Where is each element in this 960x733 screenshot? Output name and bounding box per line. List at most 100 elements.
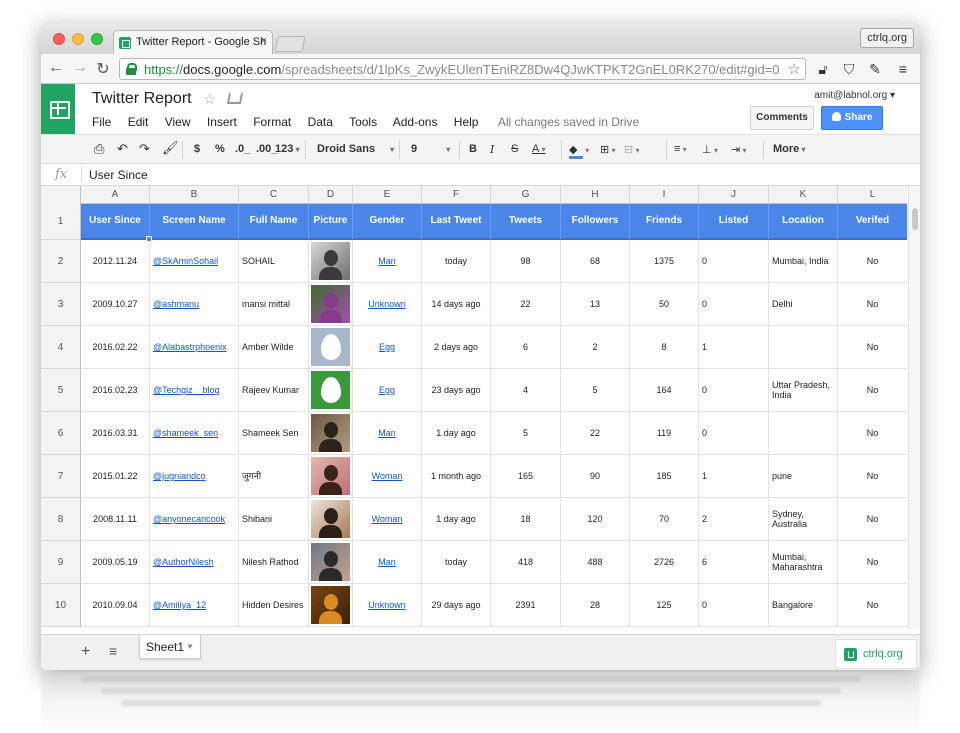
- extension-lock-icon[interactable]: 🔓︎: [815, 61, 831, 77]
- cell-last-tweet[interactable]: 1 day ago: [422, 498, 491, 541]
- text-color-icon[interactable]: A: [532, 143, 546, 155]
- sheet-menu-caret-icon[interactable]: ▼: [186, 642, 194, 651]
- cell-last-tweet[interactable]: 1 month ago: [422, 455, 491, 498]
- forward-icon[interactable]: →: [71, 59, 89, 77]
- cell-friends[interactable]: 119: [630, 412, 699, 455]
- cell-friends[interactable]: 50: [630, 283, 699, 326]
- cell-location[interactable]: Delhi: [769, 283, 838, 326]
- cell-tweets[interactable]: 165: [491, 455, 561, 498]
- undo-icon[interactable]: ↶: [117, 141, 128, 157]
- header-cell[interactable]: Last Tweet: [422, 204, 491, 240]
- cell-last-tweet[interactable]: today: [422, 240, 491, 283]
- cell-tweets[interactable]: 6: [491, 326, 561, 369]
- star-document-icon[interactable]: ☆: [203, 90, 216, 108]
- cell-last-tweet[interactable]: 1 day ago: [422, 412, 491, 455]
- row-number[interactable]: 2: [41, 240, 81, 283]
- column-header[interactable]: D: [309, 186, 353, 204]
- row-number[interactable]: 8: [41, 498, 81, 541]
- cell-screen-name[interactable]: @Amiliya_12: [150, 584, 239, 627]
- cell-picture[interactable]: [309, 240, 353, 283]
- column-header[interactable]: B: [150, 186, 239, 204]
- cell-picture[interactable]: [309, 283, 353, 326]
- cell-location[interactable]: Uttar Pradesh, India: [769, 369, 838, 412]
- cell-screen-name-text[interactable]: @AuthorNilesh: [153, 557, 214, 567]
- cell-picture[interactable]: [309, 584, 353, 627]
- reload-icon[interactable]: ↻: [94, 59, 112, 79]
- merge-cells-icon[interactable]: ⊟: [624, 143, 639, 156]
- cell-gender[interactable]: Man: [353, 240, 422, 283]
- all-sheets-button[interactable]: ≡: [109, 643, 117, 659]
- menu-insert[interactable]: Insert: [207, 115, 237, 129]
- tab-close-icon[interactable]: ×: [261, 35, 267, 47]
- cell-gender[interactable]: Unknown: [353, 584, 422, 627]
- cell-screen-name[interactable]: @Techgiz__blog: [150, 369, 239, 412]
- cell-user-since[interactable]: 2010.09.04: [81, 584, 150, 627]
- browser-tab[interactable]: Twitter Report - Google Sh ×: [113, 30, 273, 54]
- comments-button[interactable]: Comments: [750, 106, 814, 130]
- cell-followers[interactable]: 13: [561, 283, 630, 326]
- row-number[interactable]: 7: [41, 455, 81, 498]
- column-header[interactable]: H: [561, 186, 630, 204]
- maximize-window-button[interactable]: [91, 33, 103, 45]
- cell-screen-name-text[interactable]: @Amiliya_12: [153, 600, 206, 610]
- cell-tweets[interactable]: 2391: [491, 584, 561, 627]
- cell-screen-name[interactable]: @SkAminSohail: [150, 240, 239, 283]
- extension-icon[interactable]: ✎: [867, 61, 883, 77]
- address-bar[interactable]: https://docs.google.com/spreadsheets/d/1…: [119, 58, 806, 80]
- column-header[interactable]: C: [239, 186, 309, 204]
- column-header[interactable]: J: [699, 186, 769, 204]
- cell-verified[interactable]: No: [838, 240, 907, 283]
- cell-user-since[interactable]: 2016.03.31: [81, 412, 150, 455]
- add-sheet-button[interactable]: +: [81, 643, 90, 661]
- cell-location[interactable]: Bangalore: [769, 584, 838, 627]
- cell-tweets[interactable]: 18: [491, 498, 561, 541]
- cell-screen-name[interactable]: @ashmanu: [150, 283, 239, 326]
- header-cell[interactable]: Full Name: [239, 204, 309, 240]
- menu-help[interactable]: Help: [454, 115, 479, 129]
- cell-picture[interactable]: [309, 541, 353, 584]
- currency-format-button[interactable]: $: [194, 143, 200, 155]
- cell-friends[interactable]: 125: [630, 584, 699, 627]
- pocket-icon[interactable]: ⛉: [841, 61, 857, 77]
- cell-picture[interactable]: [309, 498, 353, 541]
- cell-full-name[interactable]: Rajeev Kumar: [239, 369, 309, 412]
- column-header[interactable]: F: [422, 186, 491, 204]
- decrease-decimal-button[interactable]: .0_: [235, 143, 250, 155]
- cell-friends[interactable]: 1375: [630, 240, 699, 283]
- cell-full-name[interactable]: mansi mittal: [239, 283, 309, 326]
- back-icon[interactable]: ←: [47, 59, 65, 77]
- header-cell[interactable]: User Since: [81, 204, 150, 240]
- ctrlq-brand-badge[interactable]: ctrlq.org: [835, 639, 917, 669]
- cell-user-since[interactable]: 2012.11.24: [81, 240, 150, 283]
- cell-screen-name-text[interactable]: @Alabastrphoenix: [153, 342, 227, 352]
- font-size-dropdown[interactable]: 9 ▾: [411, 143, 450, 155]
- vertical-align-icon[interactable]: ⊥: [702, 143, 718, 156]
- column-header[interactable]: L: [838, 186, 907, 204]
- cell-listed[interactable]: 0: [699, 412, 769, 455]
- cell-last-tweet[interactable]: 29 days ago: [422, 584, 491, 627]
- cell-gender[interactable]: Egg: [353, 326, 422, 369]
- cell-picture[interactable]: [309, 369, 353, 412]
- text-wrap-icon[interactable]: ⇥: [731, 143, 746, 156]
- cell-tweets[interactable]: 22: [491, 283, 561, 326]
- number-format-dropdown[interactable]: 123: [275, 143, 300, 155]
- cell-followers[interactable]: 90: [561, 455, 630, 498]
- cell-screen-name-text[interactable]: @Techgiz__blog: [153, 385, 220, 395]
- menu-view[interactable]: View: [165, 115, 191, 129]
- cell-user-since[interactable]: 2015.01.22: [81, 455, 150, 498]
- cell-screen-name[interactable]: @shameek_sen: [150, 412, 239, 455]
- header-cell[interactable]: Followers: [561, 204, 630, 240]
- cell-full-name[interactable]: Amber Wilde: [239, 326, 309, 369]
- cell-location[interactable]: [769, 412, 838, 455]
- cell-verified[interactable]: No: [838, 369, 907, 412]
- cell-screen-name[interactable]: @anyonecancook: [150, 498, 239, 541]
- menu-format[interactable]: Format: [253, 115, 291, 129]
- formula-input[interactable]: User Since: [89, 168, 148, 182]
- cell-screen-name[interactable]: @jugniandco: [150, 455, 239, 498]
- more-button[interactable]: More: [773, 143, 806, 155]
- cell-tweets[interactable]: 98: [491, 240, 561, 283]
- cell-listed[interactable]: 2: [699, 498, 769, 541]
- cell-user-since[interactable]: 2008.11.11: [81, 498, 150, 541]
- cell-gender-text[interactable]: Woman: [372, 514, 403, 524]
- select-all-corner[interactable]: [41, 186, 81, 204]
